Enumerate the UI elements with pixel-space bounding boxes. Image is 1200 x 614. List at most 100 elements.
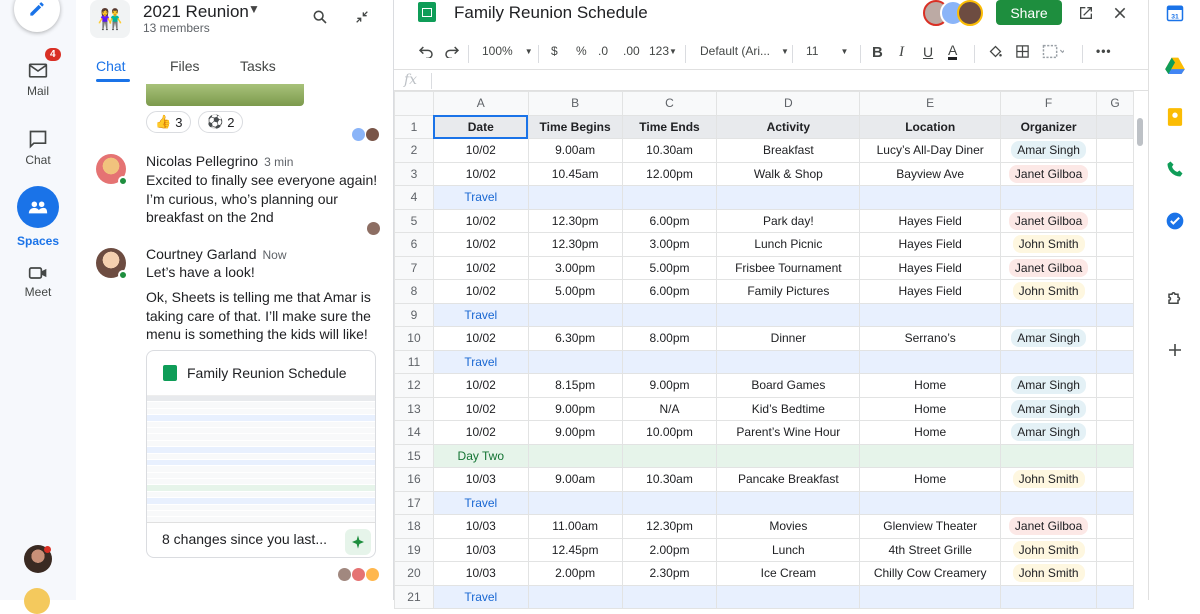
compose-button[interactable] — [14, 0, 60, 32]
row-header[interactable]: 3 — [394, 161, 434, 186]
rail-spaces[interactable]: Spaces — [0, 186, 76, 248]
bold-icon[interactable]: B — [872, 44, 883, 61]
table-cell[interactable]: Serrano’s — [859, 326, 1002, 351]
tab-tasks[interactable]: Tasks — [240, 58, 276, 74]
table-cell[interactable]: 10.00pm — [621, 420, 718, 445]
open-in-new-icon[interactable] — [1077, 4, 1095, 22]
table-cell[interactable]: 12.30pm — [527, 232, 623, 257]
person-chip[interactable]: Janet Gilboa — [1008, 211, 1089, 230]
redo-icon[interactable] — [444, 44, 460, 58]
column-header[interactable]: A — [432, 91, 529, 116]
table-cell[interactable]: 12.30pm — [621, 514, 718, 539]
table-cell[interactable]: 9.00pm — [527, 420, 623, 445]
empty-cell[interactable] — [1096, 490, 1134, 515]
empty-cell[interactable] — [621, 302, 718, 327]
table-cell[interactable]: Dinner — [716, 326, 861, 351]
table-cell[interactable]: Kid’s Bedtime — [716, 396, 861, 421]
table-cell[interactable]: 10/02 — [432, 255, 529, 280]
shared-image[interactable] — [146, 84, 304, 106]
empty-cell[interactable] — [621, 443, 718, 468]
table-cell[interactable]: 9.00pm — [621, 373, 718, 398]
organizer-cell[interactable]: John Smith — [1000, 279, 1098, 304]
person-chip[interactable]: Amar Singh — [1011, 329, 1086, 348]
empty-cell[interactable] — [527, 584, 623, 609]
table-cell[interactable]: 8.15pm — [527, 373, 623, 398]
table-cell[interactable]: 9.00pm — [527, 396, 623, 421]
empty-cell[interactable] — [621, 349, 718, 374]
empty-cell[interactable] — [621, 490, 718, 515]
increase-decimal-button[interactable]: .00 — [623, 44, 640, 58]
add-icon[interactable] — [1164, 339, 1186, 361]
row-header[interactable]: 18 — [394, 514, 434, 539]
empty-cell[interactable] — [1096, 114, 1134, 139]
table-cell[interactable]: N/A — [621, 396, 718, 421]
empty-cell[interactable] — [1000, 490, 1098, 515]
organizer-cell[interactable]: John Smith — [1000, 537, 1098, 562]
empty-cell[interactable] — [1096, 161, 1134, 186]
table-cell[interactable]: 10/02 — [432, 373, 529, 398]
table-cell[interactable]: 10/03 — [432, 561, 529, 586]
header-cell[interactable]: Activity — [716, 114, 861, 139]
table-cell[interactable]: Ice Cream — [716, 561, 861, 586]
table-cell[interactable]: 12.30pm — [527, 208, 623, 233]
table-cell[interactable]: 6.00pm — [621, 279, 718, 304]
column-header[interactable]: E — [859, 91, 1002, 116]
row-header[interactable]: 16 — [394, 467, 434, 492]
table-cell[interactable]: 10/02 — [432, 161, 529, 186]
table-cell[interactable]: Home — [859, 373, 1002, 398]
table-cell[interactable]: Glenview Theater — [859, 514, 1002, 539]
empty-cell[interactable] — [1096, 467, 1134, 492]
organizer-cell[interactable]: Amar Singh — [1000, 420, 1098, 445]
person-chip[interactable]: John Smith — [1012, 564, 1085, 583]
sparkle-icon[interactable] — [345, 529, 371, 555]
table-cell[interactable]: 3.00pm — [621, 232, 718, 257]
organizer-cell[interactable]: John Smith — [1000, 467, 1098, 492]
spreadsheet-grid[interactable]: ABCDEFG 1 Date Time Begins Time Ends Activit… — [394, 91, 1134, 609]
empty-cell[interactable] — [621, 584, 718, 609]
person-chip[interactable]: Amar Singh — [1011, 141, 1086, 160]
empty-cell[interactable] — [1000, 302, 1098, 327]
text-color-icon[interactable]: A — [948, 43, 958, 60]
empty-cell[interactable] — [527, 349, 623, 374]
row-header[interactable]: 7 — [394, 255, 434, 280]
row-header[interactable]: 21 — [394, 584, 434, 609]
row-header[interactable]: 4 — [394, 185, 434, 210]
table-cell[interactable]: Hayes Field — [859, 255, 1002, 280]
person-chip[interactable]: Janet Gilboa — [1008, 164, 1089, 183]
person-chip[interactable]: Janet Gilboa — [1008, 517, 1089, 536]
table-cell[interactable]: 8.00pm — [621, 326, 718, 351]
person-chip[interactable]: John Smith — [1012, 540, 1085, 559]
row-header[interactable]: 11 — [394, 349, 434, 374]
search-icon[interactable] — [309, 6, 331, 28]
header-cell[interactable]: Time Begins — [527, 114, 623, 139]
currency-format-button[interactable]: $ — [551, 44, 558, 58]
fill-color-icon[interactable] — [988, 44, 1003, 59]
table-cell[interactable]: 2.00pm — [527, 561, 623, 586]
column-header[interactable]: G — [1096, 91, 1134, 116]
empty-cell[interactable] — [859, 584, 1002, 609]
row-header[interactable]: 20 — [394, 561, 434, 586]
empty-cell[interactable] — [716, 185, 861, 210]
table-cell[interactable]: 10/02 — [432, 138, 529, 163]
row-header[interactable]: 2 — [394, 138, 434, 163]
empty-cell[interactable] — [1096, 373, 1134, 398]
table-cell[interactable]: Walk & Shop — [716, 161, 861, 186]
column-header[interactable]: F — [1000, 91, 1098, 116]
travel-label-cell[interactable]: Travel — [432, 302, 529, 327]
table-cell[interactable]: Home — [859, 396, 1002, 421]
table-cell[interactable]: 10/02 — [432, 232, 529, 257]
vertical-scrollbar[interactable] — [1137, 118, 1143, 146]
formula-bar[interactable]: fx — [394, 69, 1149, 91]
table-cell[interactable]: 6.00pm — [621, 208, 718, 233]
row-header[interactable]: 8 — [394, 279, 434, 304]
underline-icon[interactable]: U — [923, 44, 933, 60]
row-header[interactable]: 5 — [394, 208, 434, 233]
person-chip[interactable]: John Smith — [1012, 235, 1085, 254]
table-cell[interactable]: Home — [859, 420, 1002, 445]
empty-cell[interactable] — [527, 490, 623, 515]
merge-cells-icon[interactable] — [1042, 44, 1064, 59]
table-cell[interactable]: Family Pictures — [716, 279, 861, 304]
travel-label-cell[interactable]: Travel — [432, 349, 529, 374]
table-cell[interactable]: Park day! — [716, 208, 861, 233]
table-cell[interactable]: 9.00am — [527, 467, 623, 492]
